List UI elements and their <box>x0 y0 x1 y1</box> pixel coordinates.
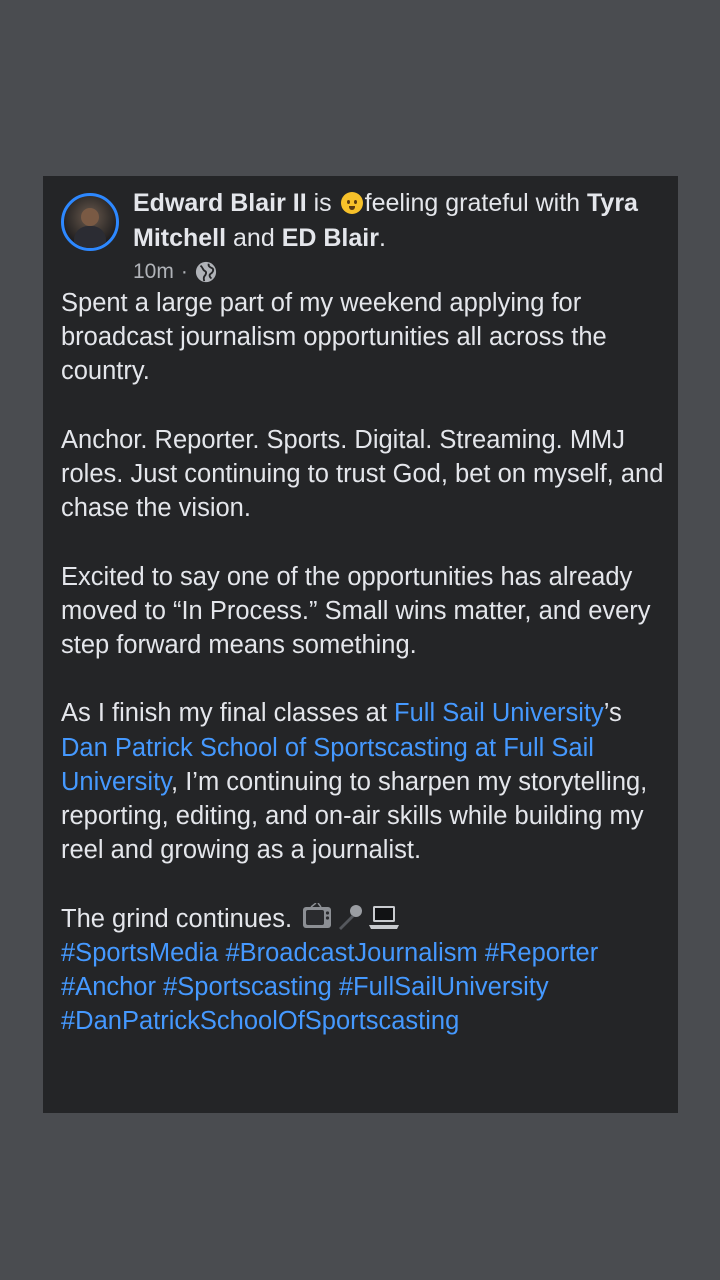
post-header-text: Edward Blair II is feeling grateful with… <box>133 186 663 256</box>
post-paragraph-4: As I finish my final classes at Full Sai… <box>61 696 666 867</box>
post-paragraph-3: Excited to say one of the opportunities … <box>61 562 651 659</box>
is-word: is <box>313 189 332 217</box>
hashtag-danpatrickschool[interactable]: #DanPatrickSchoolOfSportscasting <box>61 1007 459 1035</box>
post-time[interactable]: 10m <box>133 258 174 286</box>
post-paragraph-1: Spent a large part of my weekend applyin… <box>61 289 607 386</box>
microphone-icon <box>339 904 363 930</box>
post-header: Edward Blair II is feeling grateful with… <box>61 186 661 286</box>
tv-icon <box>303 902 332 928</box>
tagged-user-2[interactable]: ED Blair <box>282 224 379 252</box>
avatar-body <box>74 226 106 248</box>
and-word: and <box>233 224 275 252</box>
laptop-icon <box>369 905 400 929</box>
author-name[interactable]: Edward Blair II <box>133 189 307 217</box>
post-paragraph-5: The grind continues. <box>61 902 666 936</box>
post-card: Edward Blair II is feeling grateful with… <box>43 176 678 1113</box>
hashtag-anchor[interactable]: #Anchor <box>61 973 156 1001</box>
hashtag-sportscasting[interactable]: #Sportscasting <box>163 973 332 1001</box>
post-meta: 10m · <box>133 258 217 286</box>
paragraph-4-lead: As I finish my final classes at <box>61 699 395 728</box>
header-period: . <box>378 224 386 252</box>
grind-text: The grind continues. <box>61 904 293 933</box>
full-sail-link[interactable]: Full Sail University <box>394 699 604 727</box>
hashtags: #SportsMedia #BroadcastJournalism #Repor… <box>61 936 666 1039</box>
globe-icon[interactable] <box>195 261 217 283</box>
hashtag-fullsailuniversity[interactable]: #FullSailUniversity <box>339 973 549 1001</box>
feeling-text: feeling grateful with <box>364 189 581 217</box>
hashtag-sportsmedia[interactable]: #SportsMedia <box>61 939 218 967</box>
hashtag-broadcastjournalism[interactable]: #BroadcastJournalism <box>225 939 477 967</box>
meta-separator: · <box>180 260 188 283</box>
post-paragraph-2: Anchor. Reporter. Sports. Digital. Strea… <box>61 425 664 523</box>
post-body: Spent a large part of my weekend applyin… <box>61 286 666 1038</box>
grateful-emoji-icon <box>340 192 363 214</box>
avatar[interactable] <box>61 193 119 251</box>
avatar-head <box>81 208 99 226</box>
paragraph-4-possessive: ’s <box>603 699 622 728</box>
hashtag-reporter[interactable]: #Reporter <box>485 939 598 967</box>
